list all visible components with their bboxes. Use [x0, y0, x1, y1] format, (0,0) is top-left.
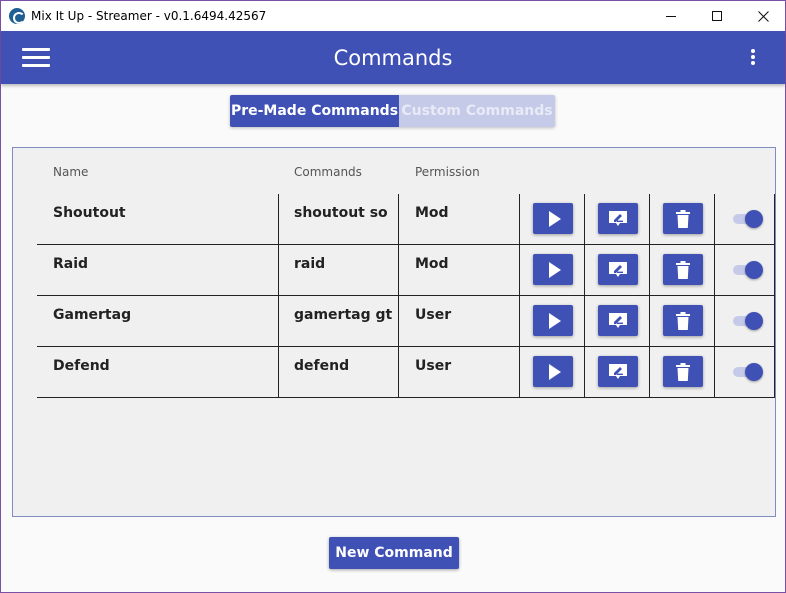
- column-divider: [774, 347, 775, 397]
- command-triggers: shoutout so: [294, 205, 388, 221]
- command-name: Shoutout: [53, 205, 126, 221]
- app-logo-icon: [9, 8, 25, 24]
- column-divider: [714, 245, 715, 295]
- table-row[interactable]: Raid raid Mod: [37, 245, 775, 296]
- column-divider: [714, 347, 715, 397]
- command-name: Raid: [53, 256, 89, 272]
- delete-command-button[interactable]: [663, 305, 703, 336]
- command-permission: Mod: [415, 205, 449, 221]
- column-divider: [278, 194, 279, 244]
- edit-icon: [609, 210, 627, 226]
- command-permission: User: [415, 307, 452, 323]
- command-name: Gamertag: [53, 307, 132, 323]
- delete-command-button[interactable]: [663, 254, 703, 285]
- page-title: Commands: [333, 46, 453, 70]
- column-divider: [649, 245, 650, 295]
- enable-toggle[interactable]: [731, 312, 765, 330]
- column-header-commands: Commands: [294, 165, 362, 179]
- enable-toggle[interactable]: [731, 363, 765, 381]
- test-command-button[interactable]: [533, 356, 573, 387]
- toggle-knob: [745, 261, 763, 279]
- column-divider: [774, 296, 775, 346]
- app-header: Commands: [1, 31, 785, 84]
- column-divider: [584, 194, 585, 244]
- column-divider: [584, 245, 585, 295]
- column-divider: [714, 296, 715, 346]
- delete-icon: [676, 311, 690, 330]
- edit-icon: [609, 261, 627, 277]
- close-button[interactable]: [740, 1, 786, 31]
- column-divider: [278, 296, 279, 346]
- enable-toggle[interactable]: [731, 210, 765, 228]
- column-divider: [519, 296, 520, 346]
- enable-toggle[interactable]: [731, 261, 765, 279]
- minimize-button[interactable]: [648, 1, 694, 31]
- test-command-button[interactable]: [533, 203, 573, 234]
- column-divider: [649, 347, 650, 397]
- delete-command-button[interactable]: [663, 356, 703, 387]
- column-divider: [519, 347, 520, 397]
- column-divider: [278, 347, 279, 397]
- command-type-tabs: Pre-Made Commands Custom Commands: [230, 95, 555, 127]
- edit-icon: [609, 363, 627, 379]
- column-divider: [398, 194, 399, 244]
- minimize-icon: [666, 15, 676, 17]
- command-triggers: raid: [294, 256, 326, 272]
- play-icon: [548, 312, 561, 329]
- table-row[interactable]: Defend defend User: [37, 347, 775, 398]
- tab-custom-commands[interactable]: Custom Commands: [399, 95, 555, 127]
- toggle-knob: [745, 210, 763, 228]
- column-divider: [774, 245, 775, 295]
- delete-icon: [676, 260, 690, 279]
- title-bar[interactable]: Mix It Up - Streamer - v0.1.6494.42567: [1, 1, 785, 31]
- delete-icon: [676, 209, 690, 228]
- test-command-button[interactable]: [533, 305, 573, 336]
- column-divider: [519, 245, 520, 295]
- maximize-button[interactable]: [694, 1, 740, 31]
- maximize-icon: [712, 11, 722, 21]
- command-permission: User: [415, 358, 452, 374]
- column-divider: [649, 296, 650, 346]
- commands-table: Name Commands Permission Shoutout shoutou…: [12, 147, 776, 517]
- play-icon: [548, 210, 561, 227]
- column-header-name: Name: [53, 165, 89, 179]
- tab-pre-made-commands[interactable]: Pre-Made Commands: [230, 95, 399, 127]
- toggle-knob: [745, 312, 763, 330]
- delete-command-button[interactable]: [663, 203, 703, 234]
- edit-icon: [609, 312, 627, 328]
- column-divider: [398, 296, 399, 346]
- column-divider: [519, 194, 520, 244]
- app-window: Mix It Up - Streamer - v0.1.6494.42567 C…: [0, 0, 786, 593]
- column-divider: [584, 296, 585, 346]
- column-divider: [398, 347, 399, 397]
- table-row[interactable]: Gamertag gamertag gt User: [37, 296, 775, 347]
- column-header-permission: Permission: [415, 165, 480, 179]
- more-options-icon[interactable]: [747, 49, 757, 67]
- test-command-button[interactable]: [533, 254, 573, 285]
- column-divider: [584, 347, 585, 397]
- window-title: Mix It Up - Streamer - v0.1.6494.42567: [31, 9, 267, 23]
- column-divider: [649, 194, 650, 244]
- edit-command-button[interactable]: [598, 203, 638, 234]
- delete-icon: [676, 362, 690, 381]
- column-divider: [278, 245, 279, 295]
- edit-command-button[interactable]: [598, 356, 638, 387]
- close-icon: [757, 10, 769, 22]
- command-triggers: gamertag gt: [294, 307, 393, 323]
- play-icon: [548, 363, 561, 380]
- table-row[interactable]: Shoutout shoutout so Mod: [37, 194, 775, 245]
- command-name: Defend: [53, 358, 110, 374]
- column-divider: [714, 194, 715, 244]
- play-icon: [548, 261, 561, 278]
- column-divider: [398, 245, 399, 295]
- edit-command-button[interactable]: [598, 254, 638, 285]
- toggle-knob: [745, 363, 763, 381]
- column-divider: [774, 194, 775, 244]
- new-command-button[interactable]: New Command: [329, 537, 459, 569]
- edit-command-button[interactable]: [598, 305, 638, 336]
- command-permission: Mod: [415, 256, 449, 272]
- command-triggers: defend: [294, 358, 350, 374]
